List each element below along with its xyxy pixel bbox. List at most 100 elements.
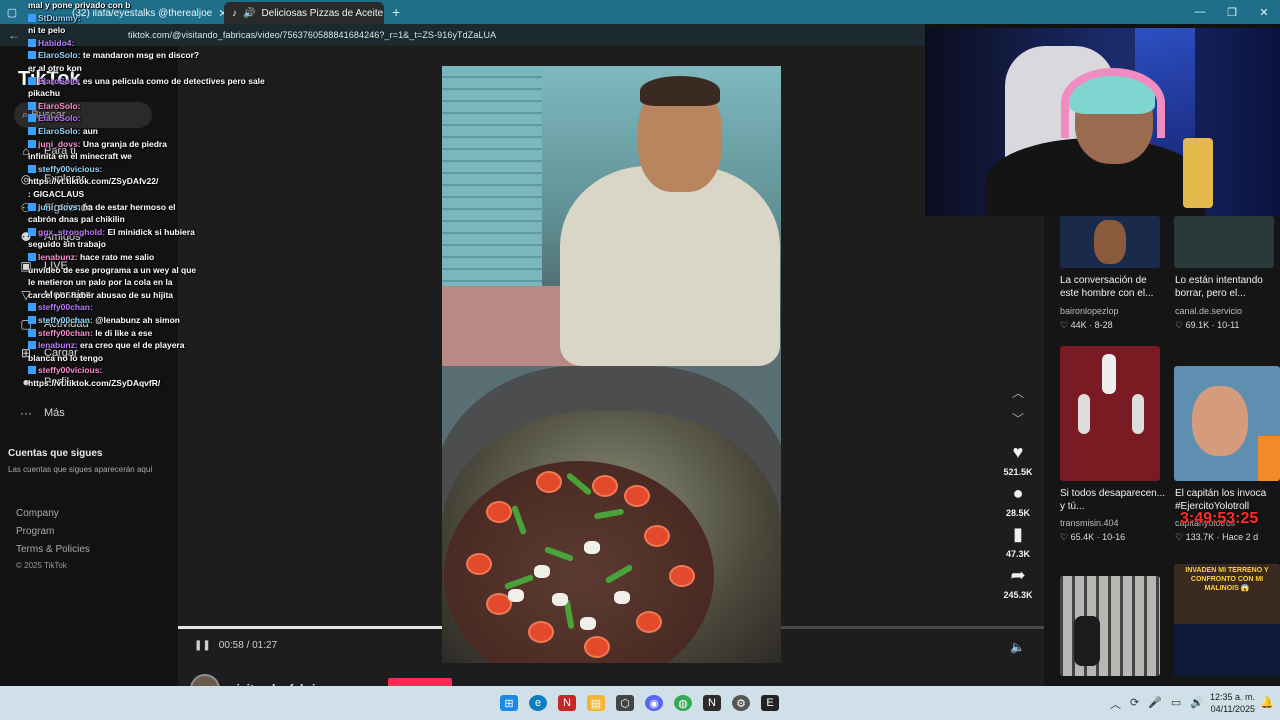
related-title-1[interactable]: La conversación de este hombre con el... (1060, 274, 1168, 300)
related-thumb-3[interactable] (1060, 346, 1160, 481)
cheese (580, 617, 596, 630)
chat-text: @lenabunz ah simon (95, 315, 180, 325)
figure-icon (1102, 354, 1116, 394)
related-user-2[interactable]: canal.de.servicio (1175, 306, 1242, 316)
volume-icon[interactable]: 🔈 (1010, 640, 1025, 654)
maximize-icon[interactable]: ❐ (1216, 6, 1248, 19)
cheese (508, 589, 524, 602)
face-thumb (1192, 386, 1248, 456)
chat-badge-icon (28, 164, 36, 173)
chat-username: steffy00chan: (38, 302, 93, 313)
related-thumb-1[interactable] (1060, 216, 1160, 268)
chat-username: ElaroSolo: (38, 113, 81, 124)
chat-username: juni_dovs: (38, 201, 81, 212)
chat-message: blanca no lo tengo (28, 353, 103, 363)
share-icon: ➦ (1010, 565, 1026, 585)
chat-message: unvideo de ese programa a un wey al que (28, 265, 196, 275)
speaker-icon[interactable]: 🔊 (243, 8, 255, 19)
person-thumb (1074, 616, 1100, 666)
chat-username: ElaroSolo: (38, 100, 81, 111)
chat-text: : GIGACLAUS (28, 189, 85, 199)
figure-icon (1132, 394, 1144, 434)
taskbar-clock[interactable]: 12:35 a. m. 04/11/2025 (1210, 691, 1255, 715)
related-title-2[interactable]: Lo están intentando borrar, pero el... (1175, 274, 1280, 300)
comment-button[interactable]: ● 28.5K (1006, 483, 1030, 518)
minimize-icon[interactable]: — (1184, 6, 1216, 19)
streamer-headset (1061, 68, 1165, 138)
chat-username: steffy00chan: (38, 315, 93, 325)
chat-text: pikachu (28, 88, 61, 99)
figure-icon (1078, 394, 1090, 434)
discord-icon[interactable]: ◉ (645, 695, 663, 711)
chat-message: steffy00chan: @lenabunz ah simon (28, 315, 180, 325)
footer-company-link[interactable]: Company (16, 508, 59, 519)
related-title-3[interactable]: Si todos desaparecen... y tú... (1060, 487, 1168, 513)
chat-message: er al otro kon (28, 63, 82, 73)
new-tab-button[interactable]: + (384, 4, 408, 20)
video-man-hair (640, 76, 720, 106)
chat-text: https://vt.tiktok.com/ZSyDAfv22/ (28, 176, 159, 187)
video-player[interactable] (442, 66, 781, 663)
stream-chat-overlay: mal y pone privado con b StDummy: ni te p… (14, 0, 265, 420)
network-icon[interactable]: ▭ (1171, 696, 1181, 712)
share-count: 245.3K (1003, 590, 1033, 600)
video-man-shirt (560, 166, 780, 366)
cube-icon[interactable]: ⬡ (616, 695, 634, 711)
chat-message: pikachu (28, 88, 60, 98)
related-thumb-4[interactable] (1174, 366, 1280, 481)
chat-badge-icon (28, 101, 36, 110)
notification-bell-icon[interactable]: 🔔 (1260, 696, 1274, 709)
previous-video-icon[interactable]: ︿ (1012, 384, 1024, 410)
windows-taskbar: ⊞ e N ▤ ⬡ ◉ ◍ N ⚙ E ︿ ⟳ 🎤 ▭ 🔊 12:35 a. m… (0, 686, 1280, 720)
tomato-slice (584, 636, 610, 658)
related-thumb-2[interactable] (1174, 216, 1274, 268)
tab-2[interactable]: ♪ 🔊 Deliciosas Pizzas de Aceite d ✕ (224, 2, 384, 24)
video-tile-wall (442, 66, 542, 316)
save-button[interactable]: ▮ 47.3K (1006, 524, 1030, 559)
bookmark-icon: ▮ (1013, 524, 1023, 544)
chrome-icon[interactable]: ◍ (674, 695, 692, 711)
chat-text: hace rato me salio (80, 252, 155, 262)
chevron-up-icon[interactable]: ︿ (1110, 696, 1121, 712)
chat-message: lenabunz: hace rato me salio (28, 252, 154, 262)
related-user-1[interactable]: baironlopezlop (1060, 306, 1119, 316)
like-button[interactable]: ♥ 521.5K (1003, 442, 1032, 477)
related-user-3[interactable]: transmisin.404 (1060, 518, 1119, 528)
microphone-icon[interactable]: 🎤 (1148, 696, 1162, 712)
news-icon[interactable]: N (558, 695, 576, 711)
edge-icon[interactable]: e (529, 695, 547, 711)
folder-icon[interactable]: ▤ (587, 695, 605, 711)
chat-text: carcel por haber abusao de su hijita (28, 289, 174, 300)
footer-terms-link[interactable]: Terms & Policies (16, 544, 90, 555)
chat-message: StDummy: (28, 13, 81, 23)
chat-text: cabrón dnas pal chikilin (28, 214, 125, 225)
cheese (584, 541, 600, 554)
chat-message: ElaroSolo: te mandaron msg en discor? (28, 50, 199, 60)
steam-icon[interactable]: ⚙ (732, 695, 750, 711)
tomato-slice (536, 471, 562, 493)
chat-text: ha de estar hermoso el (82, 201, 176, 212)
nvidia-icon[interactable]: N (703, 695, 721, 711)
chat-text: mal y pone privado con b (28, 0, 131, 10)
system-tray: ︿ ⟳ 🎤 ▭ 🔊 (1110, 696, 1204, 712)
save-count: 47.3K (1005, 549, 1031, 559)
epic-icon[interactable]: E (761, 695, 779, 711)
pause-icon[interactable]: ❚❚ (194, 640, 211, 651)
window-controls: — ❐ ✕ (1184, 6, 1280, 19)
chat-badge-icon (28, 76, 36, 85)
related-thumb-6[interactable]: INVADEN MI TERRENO Y CONFRONTO CON MI MA… (1174, 564, 1280, 676)
start-icon[interactable]: ⊞ (500, 695, 518, 711)
next-video-icon[interactable]: ﹀ (1012, 410, 1024, 436)
chat-text: er al otro kon (28, 63, 82, 73)
sync-icon[interactable]: ⟳ (1130, 696, 1139, 712)
chat-message: carcel por haber abusao de su hijita (28, 290, 173, 300)
chat-text: https://vt.tiktok.com/ZSyDAqvfR/ (28, 378, 161, 388)
close-window-icon[interactable]: ✕ (1248, 6, 1280, 19)
chat-username: lenabunz: (38, 340, 78, 351)
chat-text: Una granja de piedra (82, 138, 167, 149)
volume-tray-icon[interactable]: 🔊 (1190, 696, 1204, 712)
footer-program-link[interactable]: Program (16, 526, 54, 537)
related-thumb-5[interactable] (1060, 576, 1160, 676)
share-button[interactable]: ➦ 245.3K (1003, 565, 1032, 600)
tomato-slice (528, 621, 554, 643)
